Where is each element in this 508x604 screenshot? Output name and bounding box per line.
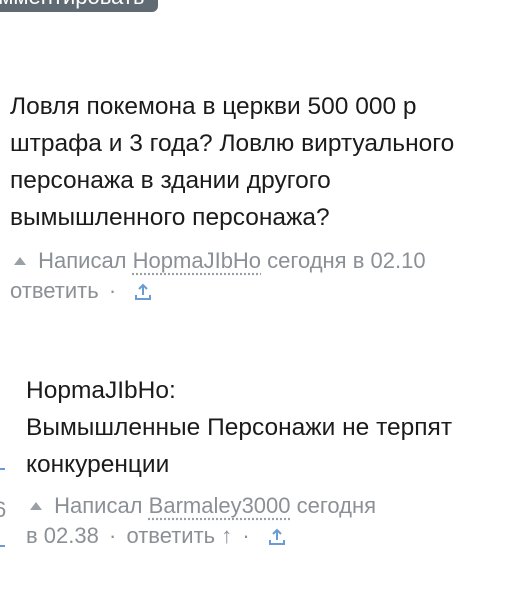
comment-2: HopmaJIbHo: Вымышленные Персонажи не тер… xyxy=(26,372,508,551)
separator: · xyxy=(108,278,117,303)
timestamp: в 02.38 xyxy=(26,523,99,548)
comment-meta: Написал HopmaJIbHo сегодня в 02.10 xyxy=(10,246,508,276)
comment-actions: в 02.38 · ответить ↑ · xyxy=(26,521,508,551)
comment-text-line: конкуренции xyxy=(26,451,170,478)
reply-link[interactable]: ответить xyxy=(126,523,215,548)
timestamp: сегодня xyxy=(296,493,377,518)
separator: · xyxy=(108,523,117,548)
collapse-caret-icon[interactable] xyxy=(30,501,42,510)
written-label: Написал xyxy=(38,248,127,273)
comment-button[interactable]: омментировать xyxy=(0,0,159,12)
share-icon[interactable] xyxy=(134,283,152,301)
author-link[interactable]: HopmaJIbHo xyxy=(133,248,261,273)
thread-marker xyxy=(0,468,5,470)
comment-text-line: вымышленного персонажа? xyxy=(10,204,330,231)
parent-arrow-icon[interactable]: ↑ xyxy=(221,523,232,548)
comment-text-line: Вымышленные Персонажи не терпят xyxy=(26,414,453,441)
comment-1: Ловля покемона в церкви 500 000 р штрафа… xyxy=(10,88,508,306)
reply-link[interactable]: ответить xyxy=(10,278,99,303)
comment-text-line: HopmaJIbHo: xyxy=(26,377,176,404)
written-label: Написал xyxy=(54,493,143,518)
thread-marker xyxy=(0,545,5,547)
comment-text-line: штрафа и 3 года? Ловлю виртуального xyxy=(10,130,455,157)
comments-page: омментировать Ловля покемона в церкви 50… xyxy=(0,0,508,604)
comment-meta: Написал Barmaley3000 сегодня xyxy=(26,491,508,521)
comment-text-line: Ловля покемона в церкви 500 000 р xyxy=(10,93,417,120)
separator: · xyxy=(242,523,250,548)
share-icon[interactable] xyxy=(268,528,286,546)
collapse-caret-icon[interactable] xyxy=(14,256,26,265)
comment-actions: ответить · xyxy=(10,276,508,306)
timestamp: сегодня в 02.10 xyxy=(267,248,426,273)
comment-button-label: омментировать xyxy=(0,0,144,9)
comment-text-line: персонажа в здании другого xyxy=(10,167,331,194)
author-link[interactable]: Barmaley3000 xyxy=(149,493,291,518)
cut-digit: 6 xyxy=(0,497,7,522)
